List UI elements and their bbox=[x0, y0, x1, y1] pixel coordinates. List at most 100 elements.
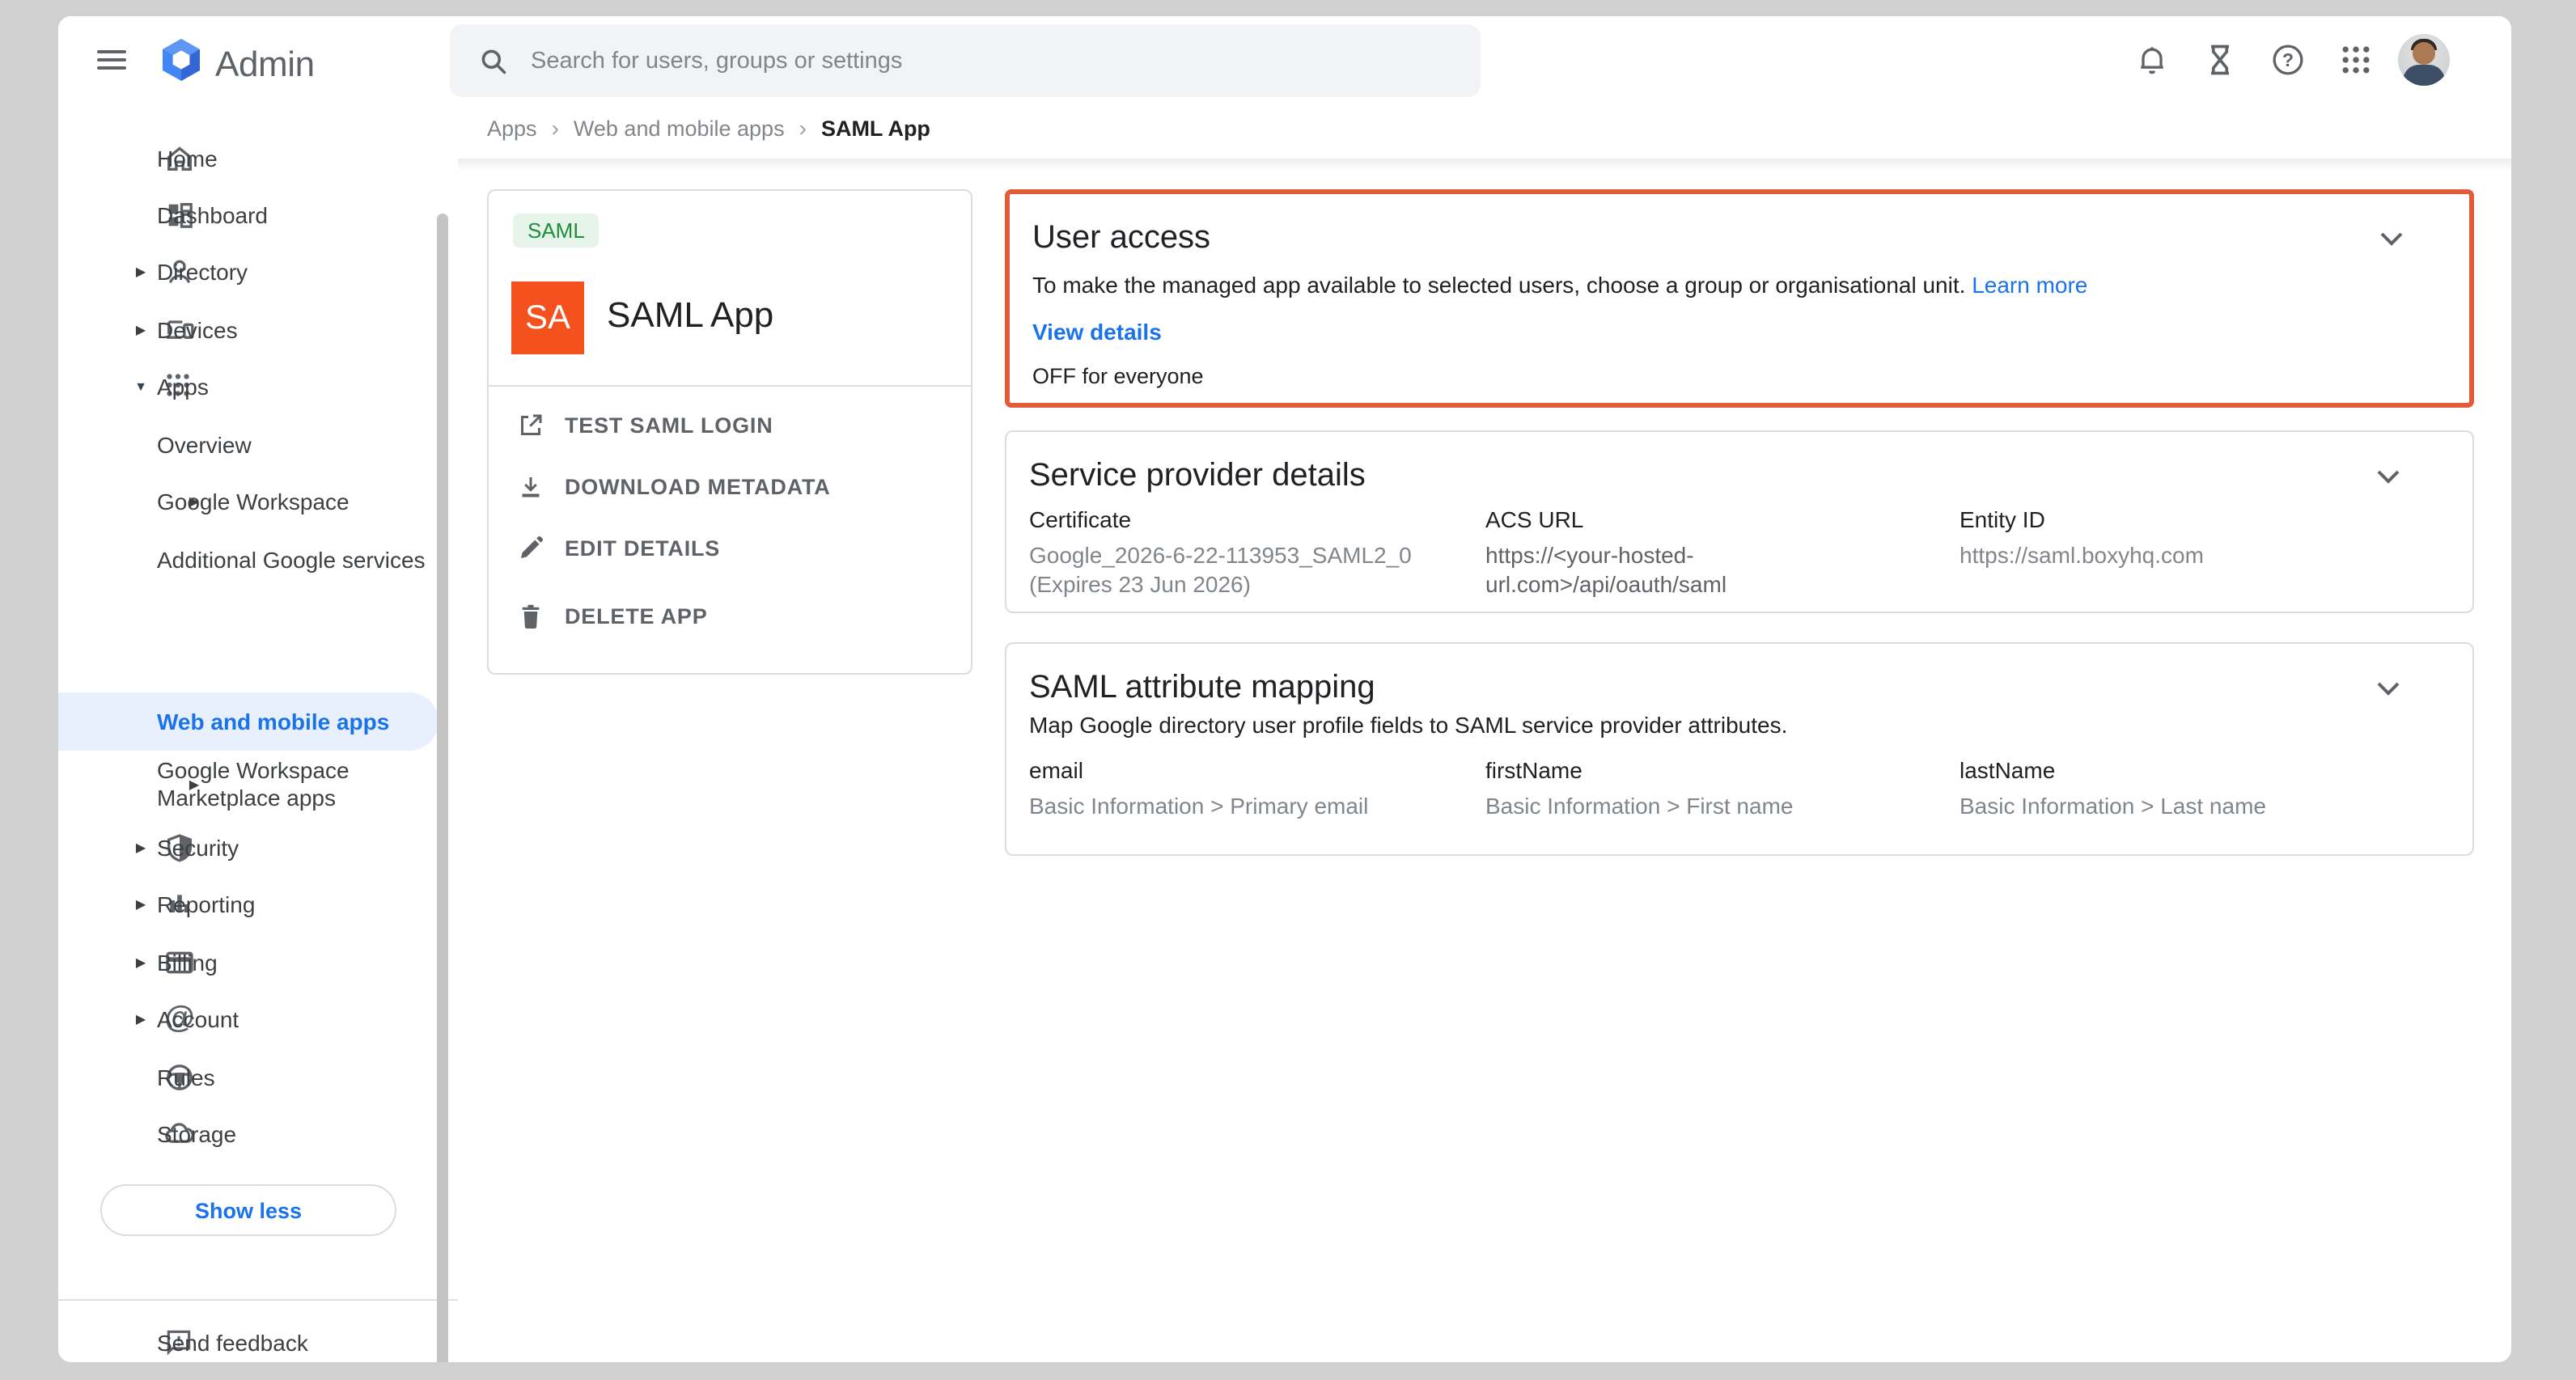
sidebar-item-home[interactable]: Home bbox=[58, 129, 458, 186]
chevron-right-icon: › bbox=[799, 115, 807, 141]
expand-right-icon[interactable]: ▶ bbox=[129, 1011, 152, 1026]
sidebar-item-overview[interactable]: Overview bbox=[58, 416, 458, 472]
trash-icon bbox=[516, 602, 545, 631]
search-bar[interactable]: Search for users, groups or settings bbox=[450, 24, 1481, 97]
breadcrumb: Apps › Web and mobile apps › SAML App bbox=[487, 113, 930, 142]
sidebar-item-account[interactable]: ▶ @ Account bbox=[58, 990, 458, 1047]
hourglass-tasks-icon[interactable] bbox=[2202, 42, 2238, 78]
user-access-card: User access To make the managed app avai… bbox=[1005, 189, 2474, 408]
email-mapping: email Basic Information > Primary email bbox=[1029, 757, 1469, 820]
chevron-down-icon[interactable] bbox=[2375, 464, 2411, 500]
pencil-icon bbox=[516, 534, 545, 563]
open-in-new-icon bbox=[516, 411, 545, 440]
expand-right-icon[interactable]: ▶ bbox=[129, 955, 152, 969]
expand-right-icon[interactable]: ▶ bbox=[129, 896, 152, 911]
sidebar-item-label: Devices bbox=[157, 316, 238, 342]
delete-app-button[interactable]: DELETE APP bbox=[489, 589, 971, 644]
acs-url-field: ACS URL https://<your-hosted- url.com>/a… bbox=[1485, 506, 1926, 599]
lastname-mapping: lastName Basic Information > Last name bbox=[1960, 757, 2400, 820]
sidebar-nav: Home Dashboard ▶ Directory ▶ Devices ▼ A… bbox=[58, 123, 458, 1362]
sidebar-item-label: Billing bbox=[157, 949, 218, 975]
sidebar-divider bbox=[58, 1299, 458, 1301]
attribute-mapping-card: SAML attribute mapping Map Google direct… bbox=[1005, 642, 2474, 856]
field-value: https://<your-hosted- bbox=[1485, 542, 1694, 568]
chevron-right-icon: › bbox=[552, 115, 559, 141]
help-icon[interactable]: ? bbox=[2270, 42, 2306, 78]
admin-hexagon-icon bbox=[159, 37, 204, 91]
sidebar-item-label: Google Workspace Marketplace apps bbox=[157, 757, 400, 812]
action-label: DELETE APP bbox=[565, 604, 708, 629]
field-value: (Expires 23 Jun 2026) bbox=[1029, 571, 1251, 597]
firstname-mapping: firstName Basic Information > First name bbox=[1485, 757, 1926, 820]
sidebar-item-label: Overview bbox=[157, 431, 252, 457]
chevron-down-icon[interactable] bbox=[2375, 676, 2411, 712]
expand-right-icon[interactable]: ▶ bbox=[129, 264, 152, 278]
search-input[interactable]: Search for users, groups or settings bbox=[531, 48, 902, 74]
user-access-status: OFF for everyone bbox=[1032, 364, 1204, 388]
field-label: Entity ID bbox=[1960, 506, 2400, 532]
sidebar-item-devices[interactable]: ▶ Devices bbox=[58, 301, 458, 358]
download-metadata-button[interactable]: DOWNLOAD METADATA bbox=[489, 459, 971, 514]
learn-more-link[interactable]: Learn more bbox=[1972, 272, 2087, 298]
saml-type-badge: SAML bbox=[513, 214, 600, 248]
chevron-down-icon[interactable] bbox=[2379, 226, 2414, 262]
sidebar-item-rules[interactable]: Rules bbox=[58, 1048, 458, 1105]
attribute-mapping-title: SAML attribute mapping bbox=[1029, 670, 1375, 707]
attribute-value: Basic Information > Primary email bbox=[1029, 791, 1469, 820]
sidebar-item-marketplace-apps[interactable]: ▶ Google Workspace Marketplace apps bbox=[58, 741, 458, 828]
expand-right-icon[interactable]: ▶ bbox=[129, 840, 152, 854]
breadcrumb-apps[interactable]: Apps bbox=[487, 116, 537, 140]
sidebar-item-label: Rules bbox=[157, 1064, 215, 1090]
apps-grid-icon[interactable] bbox=[2338, 42, 2374, 78]
sidebar-item-apps[interactable]: ▼ Apps bbox=[58, 358, 458, 414]
scrollbar-thumb[interactable] bbox=[437, 214, 448, 1362]
card-divider bbox=[489, 385, 971, 387]
send-feedback-button[interactable]: Send feedback bbox=[58, 1314, 458, 1362]
sidebar-item-label: Home bbox=[157, 145, 218, 171]
user-avatar[interactable] bbox=[2398, 34, 2450, 86]
field-label: Certificate bbox=[1029, 506, 1469, 532]
show-less-button[interactable]: Show less bbox=[100, 1184, 396, 1236]
notifications-bell-icon[interactable] bbox=[2134, 42, 2170, 78]
sidebar-item-dashboard[interactable]: Dashboard bbox=[58, 186, 458, 243]
admin-logo-text: Admin bbox=[215, 43, 315, 85]
sidebar-item-directory[interactable]: ▶ Directory bbox=[58, 243, 458, 299]
attribute-mapping-description: Map Google directory user profile fields… bbox=[1029, 712, 1787, 738]
sidebar-item-security[interactable]: ▶ Security bbox=[58, 819, 458, 875]
breadcrumb-web-and-mobile-apps[interactable]: Web and mobile apps bbox=[574, 116, 785, 140]
admin-console-window: Admin Search for users, groups or settin… bbox=[58, 16, 2511, 1362]
service-provider-card: Service provider details Certificate Goo… bbox=[1005, 430, 2474, 613]
google-admin-logo: Admin bbox=[159, 37, 315, 91]
sidebar-item-google-workspace[interactable]: ▶ Google Workspace bbox=[58, 472, 458, 529]
app-title: SAML App bbox=[607, 294, 773, 337]
field-label: ACS URL bbox=[1485, 506, 1926, 532]
sidebar-item-reporting[interactable]: ▶ Reporting bbox=[58, 875, 458, 932]
service-provider-title: Service provider details bbox=[1029, 458, 1366, 495]
sidebar-item-storage[interactable]: Storage bbox=[58, 1105, 458, 1162]
main-menu-icon[interactable] bbox=[97, 44, 136, 76]
collapse-down-icon[interactable]: ▼ bbox=[129, 379, 152, 393]
action-label: TEST SAML LOGIN bbox=[565, 413, 773, 438]
breadcrumb-shadow bbox=[458, 159, 2511, 171]
attribute-name: email bbox=[1029, 757, 1469, 783]
action-label: DOWNLOAD METADATA bbox=[565, 475, 831, 499]
sidebar-item-billing[interactable]: ▶ Billing bbox=[58, 933, 458, 990]
sidebar-item-label: Directory bbox=[157, 258, 248, 284]
show-less-label: Show less bbox=[195, 1198, 302, 1222]
sidebar-item-additional-google-services[interactable]: Additional Google services bbox=[58, 531, 458, 587]
attribute-name: firstName bbox=[1485, 757, 1926, 783]
sidebar-scrollbar[interactable] bbox=[437, 214, 448, 1362]
certificate-field: Certificate Google_2026-6-22-113953_SAML… bbox=[1029, 506, 1469, 599]
field-value: Google_2026-6-22-113953_SAML2_0 bbox=[1029, 542, 1412, 568]
sidebar-item-label: Google Workspace bbox=[157, 488, 350, 514]
sidebar-item-label: Dashboard bbox=[157, 201, 268, 227]
test-saml-login-button[interactable]: TEST SAML LOGIN bbox=[489, 398, 971, 453]
edit-details-button[interactable]: EDIT DETAILS bbox=[489, 521, 971, 576]
sidebar-item-label: Account bbox=[157, 1005, 239, 1031]
expand-right-icon[interactable]: ▶ bbox=[129, 322, 152, 337]
breadcrumb-current: SAML App bbox=[821, 116, 930, 140]
attribute-value: Basic Information > First name bbox=[1485, 791, 1926, 820]
search-icon bbox=[479, 46, 508, 75]
view-details-link[interactable]: View details bbox=[1032, 319, 1162, 345]
svg-text:?: ? bbox=[2282, 49, 2294, 70]
